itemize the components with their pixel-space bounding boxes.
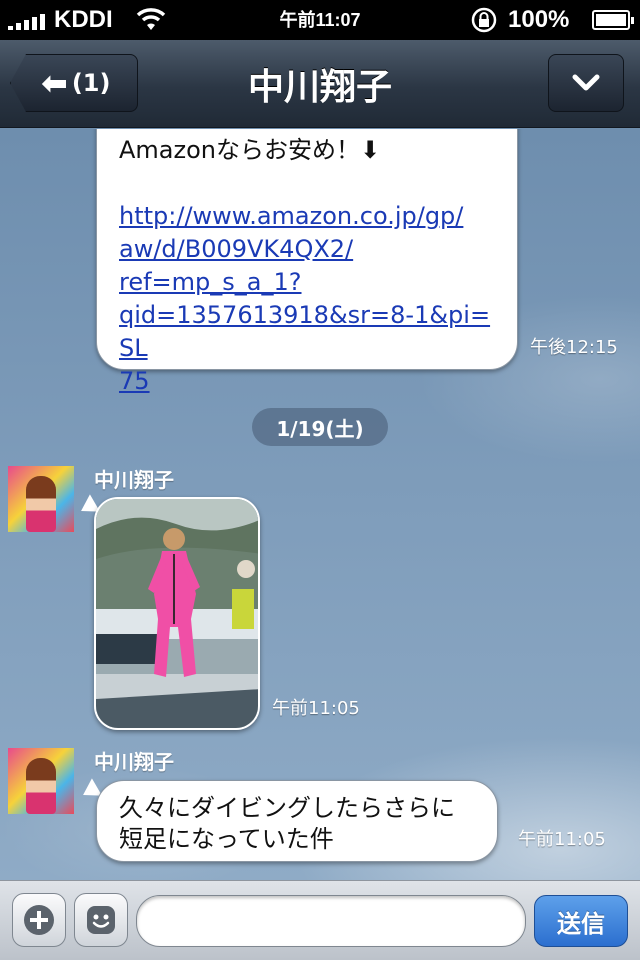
smiley-icon <box>87 906 115 934</box>
menu-dropdown-button[interactable] <box>548 54 624 112</box>
message-timestamp: 午後12:15 <box>530 337 618 358</box>
add-attachment-button[interactable] <box>12 893 66 947</box>
navigation-bar: ⬅ (1) 中川翔子 <box>0 40 640 128</box>
rotation-lock-icon <box>470 6 498 41</box>
photo-message[interactable] <box>94 497 260 730</box>
message-text-line: 短足になっていた件 <box>119 825 334 853</box>
amazon-link[interactable]: http://www.amazon.co.jp/gp/ aw/d/B009VK4… <box>119 200 495 398</box>
outgoing-message-bubble[interactable]: Amazonならお安め！⬇ http://www.amazon.co.jp/gp… <box>96 129 518 395</box>
status-bar: KDDI 午前11:07 100% <box>0 0 640 40</box>
sender-name: 中川翔子 <box>94 750 174 774</box>
avatar[interactable] <box>8 466 74 532</box>
message-timestamp: 午前11:05 <box>518 829 606 850</box>
message-timestamp: 午前11:05 <box>272 698 360 719</box>
unread-count: (1) <box>71 69 111 97</box>
message-input[interactable] <box>136 895 526 947</box>
chat-area[interactable]: Amazonならお安め！⬇ http://www.amazon.co.jp/gp… <box>0 129 640 880</box>
plus-icon <box>24 905 54 935</box>
date-separator: 1/19(土) <box>252 408 388 446</box>
avatar[interactable] <box>8 748 74 814</box>
message-input-bar: 送信 <box>0 880 640 960</box>
message-text-line: 久々にダイビングしたらさらに <box>119 794 455 822</box>
back-arrow-icon: ⬅ <box>41 64 68 102</box>
battery-icon <box>592 10 634 30</box>
sticker-button[interactable] <box>74 893 128 947</box>
chevron-down-icon <box>572 74 600 91</box>
send-button[interactable]: 送信 <box>534 895 628 947</box>
sender-name: 中川翔子 <box>94 468 174 492</box>
message-text: Amazonならお安め！⬇ <box>119 136 381 164</box>
photo-image <box>96 499 258 728</box>
battery-percentage: 100% <box>508 6 570 33</box>
incoming-message-bubble[interactable]: 久々にダイビングしたらさらに 短足になっていた件 <box>96 780 498 862</box>
back-button[interactable]: ⬅ (1) <box>10 54 138 112</box>
chat-title: 中川翔子 <box>247 67 392 108</box>
